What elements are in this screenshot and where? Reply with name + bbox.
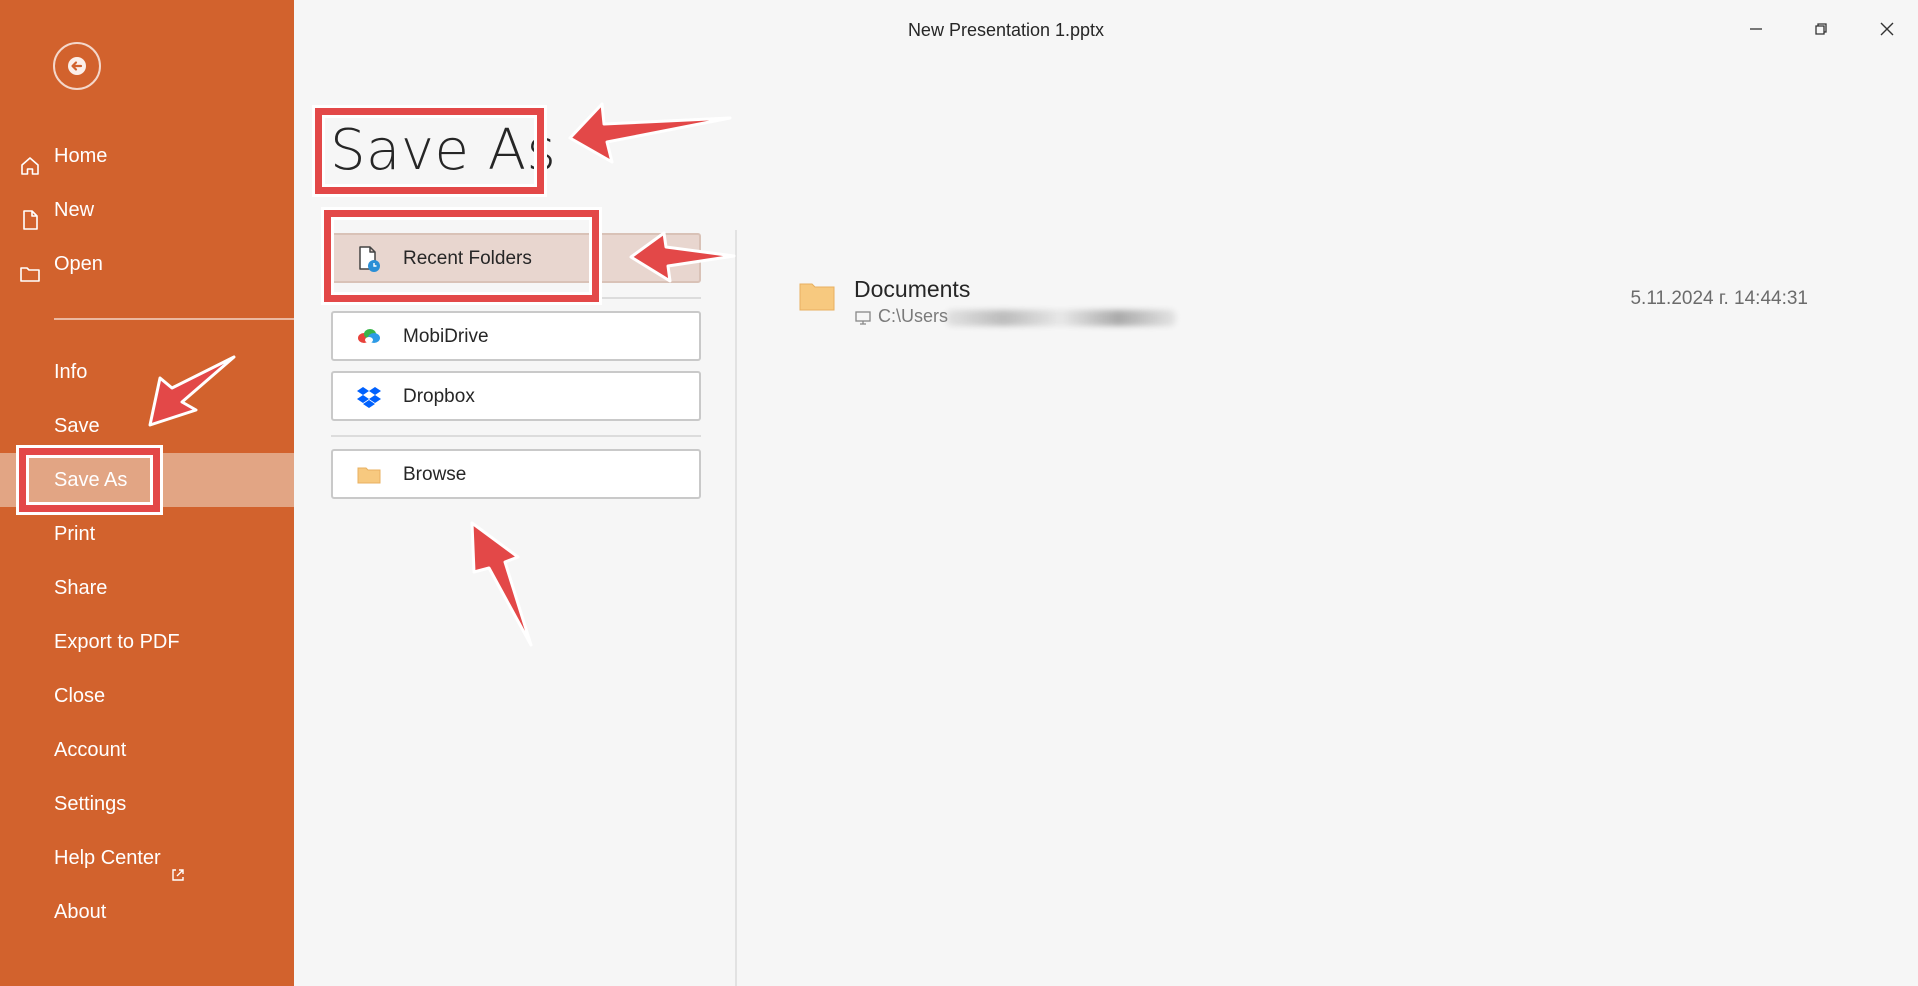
mobidrive-icon xyxy=(355,323,383,351)
sidebar-item-label: New xyxy=(54,199,95,221)
sidebar-item-about[interactable]: About xyxy=(0,885,294,939)
folder-open-icon xyxy=(18,253,42,282)
sidebar-item-label: Settings xyxy=(54,793,127,815)
sidebar-item-label: Info xyxy=(54,361,88,383)
folder-icon xyxy=(355,461,383,489)
location-mobidrive[interactable]: MobiDrive xyxy=(331,311,701,361)
close-window-button[interactable] xyxy=(1872,14,1902,44)
location-label: Dropbox xyxy=(403,386,475,407)
sidebar-item-share[interactable]: Share xyxy=(0,561,294,615)
sidebar-item-save[interactable]: Save xyxy=(0,399,294,453)
external-link-icon xyxy=(170,850,186,881)
sidebar-item-label: Print xyxy=(54,523,96,545)
sidebar-item-settings[interactable]: Settings xyxy=(0,777,294,831)
sidebar-item-label: Save xyxy=(54,415,100,437)
sidebar-item-home[interactable]: Home xyxy=(0,129,294,183)
location-browse[interactable]: Browse xyxy=(331,449,701,499)
location-label: Browse xyxy=(403,464,467,485)
restore-button[interactable] xyxy=(1806,14,1836,44)
sidebar-item-account[interactable]: Account xyxy=(0,723,294,777)
sidebar-item-print[interactable]: Print xyxy=(0,507,294,561)
sidebar-item-label: Open xyxy=(54,253,103,275)
location-label: MobiDrive xyxy=(403,326,489,347)
sidebar-item-label: Home xyxy=(54,145,108,167)
restore-icon xyxy=(1815,23,1827,35)
redacted-path xyxy=(946,310,1176,326)
folder-icon xyxy=(799,283,835,311)
sidebar-item-close[interactable]: Close xyxy=(0,669,294,723)
computer-icon xyxy=(855,311,871,325)
sidebar-item-info[interactable]: Info xyxy=(0,345,294,399)
sidebar-item-export-pdf[interactable]: Export to PDF xyxy=(0,615,294,669)
back-button[interactable] xyxy=(53,42,101,90)
sidebar-item-label: Account xyxy=(54,739,127,761)
sidebar-item-label: Export to PDF xyxy=(54,631,180,653)
sidebar-item-label: About xyxy=(54,901,107,923)
folder-name: Documents xyxy=(854,276,971,302)
recent-folder-row[interactable]: Documents C:\Users 5.11.2024 г. 14:44:31 xyxy=(798,270,1808,336)
home-icon xyxy=(18,145,42,175)
minimize-button[interactable] xyxy=(1741,14,1771,44)
sidebar-divider xyxy=(54,318,294,320)
close-icon xyxy=(1880,22,1894,36)
column-divider xyxy=(735,230,737,986)
sidebar-item-label: Close xyxy=(54,685,106,707)
annotation-box-recent-folders xyxy=(324,210,599,302)
sidebar-item-help-center[interactable]: Help Center xyxy=(0,831,294,885)
back-arrow-icon xyxy=(68,57,86,75)
dropbox-icon xyxy=(355,383,383,411)
sidebar-item-label: Help Center xyxy=(54,847,161,869)
annotation-arrow xyxy=(470,521,533,647)
sidebar-item-new[interactable]: New xyxy=(0,183,294,237)
annotation-box-save-as xyxy=(19,448,160,512)
folder-path: C:\Users xyxy=(878,306,949,326)
sidebar-item-open[interactable]: Open xyxy=(0,237,294,291)
window-title: New Presentation 1.pptx xyxy=(907,20,1105,40)
new-file-icon xyxy=(18,199,42,230)
folder-date: 5.11.2024 г. 14:44:31 xyxy=(1630,288,1808,309)
location-divider xyxy=(331,435,701,437)
location-dropbox[interactable]: Dropbox xyxy=(331,371,701,421)
minimize-icon xyxy=(1750,28,1762,30)
annotation-box-heading xyxy=(315,108,544,194)
annotation-arrow xyxy=(568,102,732,164)
sidebar-item-label: Share xyxy=(54,577,108,599)
